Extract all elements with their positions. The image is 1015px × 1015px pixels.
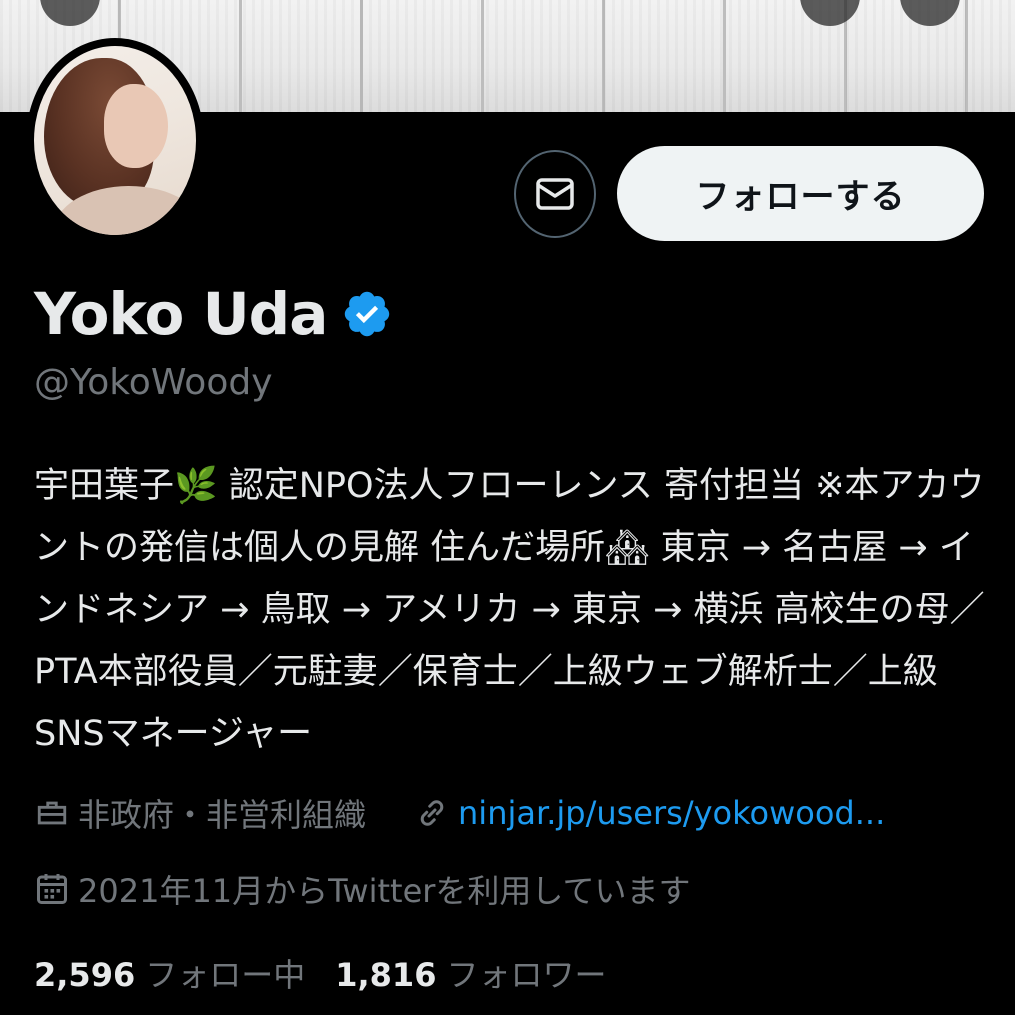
envelope-icon: [536, 178, 574, 210]
follow-button[interactable]: フォローする: [617, 146, 984, 241]
followers-label: フォロワー: [446, 956, 607, 994]
followers-count: 1,816: [335, 956, 437, 994]
bio: 宇田葉子🌿 認定NPO法人フローレンス 寄付担当 ※本アカウントの発信は個人の見…: [34, 466, 985, 754]
display-name: Yoko Uda: [34, 280, 328, 348]
following-link[interactable]: 2,596 フォロー中: [34, 950, 335, 996]
joined: 2021年11月からTwitterを利用しています: [34, 866, 690, 912]
name-row: Yoko Uda: [34, 280, 393, 348]
joined-row: 2021年11月からTwitterを利用しています: [34, 866, 690, 912]
verified-badge-icon[interactable]: [341, 288, 393, 340]
avatar-image: [34, 46, 196, 235]
followers-link[interactable]: 1,816 フォロワー: [335, 950, 636, 996]
category: 非政府・非営利組織: [34, 790, 366, 836]
profile-meta: 非政府・非営利組織 ninjar.jp/users/yokowood...: [34, 790, 885, 836]
category-label: 非政府・非営利組織: [78, 796, 367, 834]
handle: @YokoWoody: [34, 362, 273, 403]
avatar[interactable]: [26, 38, 204, 243]
joined-label: 2021年11月からTwitterを利用しています: [78, 872, 691, 910]
message-button[interactable]: [514, 150, 596, 238]
link-icon: [420, 800, 444, 826]
website[interactable]: ninjar.jp/users/yokowood...: [414, 794, 885, 832]
calendar-icon: [37, 874, 67, 904]
following-count: 2,596: [34, 956, 136, 994]
website-link[interactable]: ninjar.jp/users/yokowood...: [458, 794, 885, 832]
following-label: フォロー中: [145, 956, 306, 994]
follow-stats: 2,596 フォロー中 1,816 フォロワー: [34, 950, 636, 996]
briefcase-icon: [37, 801, 67, 825]
